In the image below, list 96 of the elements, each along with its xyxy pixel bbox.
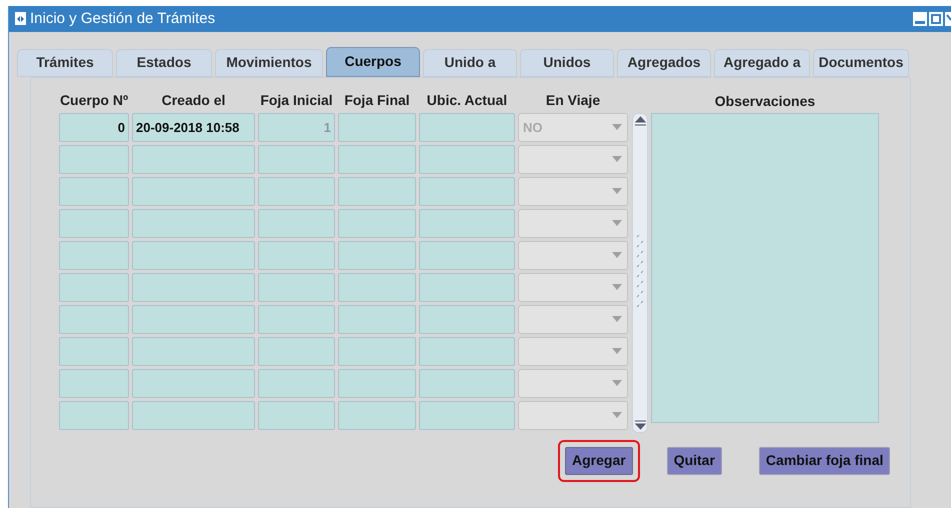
table-cell[interactable]	[132, 368, 255, 398]
dropdown[interactable]	[518, 336, 628, 366]
dropdown-arrow-icon[interactable]	[612, 188, 622, 194]
table-cell[interactable]	[258, 368, 335, 398]
table-cell[interactable]	[419, 176, 515, 206]
table-cell[interactable]	[132, 304, 255, 334]
maximize-icon[interactable]	[929, 12, 943, 26]
table-cell[interactable]	[132, 144, 255, 174]
table-cell[interactable]	[258, 176, 335, 206]
column-header: Cuerpo Nº	[59, 90, 129, 110]
dropdown-arrow-icon[interactable]	[612, 380, 622, 386]
table-cell[interactable]	[132, 272, 255, 302]
table-cell[interactable]	[419, 112, 515, 142]
dropdown[interactable]	[518, 400, 628, 430]
table-cell[interactable]	[419, 400, 515, 430]
column-header: Foja Inicial	[259, 90, 334, 110]
dropdown[interactable]	[518, 304, 628, 334]
column-header: Creado el	[160, 90, 226, 110]
column-header: Ubic. Actual	[426, 90, 508, 110]
table-cell[interactable]	[132, 240, 255, 270]
scrollbar[interactable]	[632, 112, 648, 433]
table-cell[interactable]	[338, 176, 416, 206]
table-cell[interactable]	[132, 400, 255, 430]
table-cell[interactable]	[419, 272, 515, 302]
column-header: En Viaje	[544, 90, 602, 110]
dropdown[interactable]	[518, 176, 628, 206]
table-cell[interactable]	[258, 400, 335, 430]
dropdown[interactable]	[518, 240, 628, 270]
table-cell[interactable]	[132, 176, 255, 206]
scroll-up-icon[interactable]	[634, 116, 646, 126]
table-cell[interactable]	[59, 144, 129, 174]
tab[interactable]: Unidos	[520, 48, 614, 77]
table-cell[interactable]: 0	[59, 112, 129, 142]
table-cell[interactable]	[59, 368, 129, 398]
dropdown[interactable]	[518, 208, 628, 238]
dropdown-arrow-icon[interactable]	[612, 412, 622, 418]
table-cell[interactable]	[132, 336, 255, 366]
table-cell[interactable]	[338, 336, 416, 366]
dropdown-arrow-icon[interactable]	[612, 156, 622, 162]
scroll-down-icon[interactable]	[634, 420, 646, 430]
tab[interactable]: Agregado a	[714, 48, 810, 77]
dropdown-arrow-icon[interactable]	[612, 252, 622, 258]
table-cell[interactable]	[338, 144, 416, 174]
table-cell[interactable]	[419, 208, 515, 238]
table-cell[interactable]	[258, 336, 335, 366]
table-cell[interactable]	[258, 144, 335, 174]
dropdown[interactable]	[518, 144, 628, 174]
table-cell[interactable]	[419, 144, 515, 174]
table-cell[interactable]	[338, 304, 416, 334]
table-cell[interactable]	[419, 336, 515, 366]
button[interactable]: Agregar	[565, 446, 633, 475]
table-cell[interactable]	[258, 240, 335, 270]
tab[interactable]: Cuerpos	[326, 46, 420, 77]
observaciones-field[interactable]	[651, 112, 879, 423]
tab[interactable]: Agregados	[617, 48, 711, 77]
dropdown-arrow-icon[interactable]	[612, 348, 622, 354]
table-cell[interactable]	[258, 272, 335, 302]
tab[interactable]: Movimientos	[215, 48, 323, 77]
table-cell[interactable]	[419, 304, 515, 334]
app-icon	[15, 12, 26, 26]
tab[interactable]: Documentos	[813, 48, 909, 77]
table-cell[interactable]	[59, 400, 129, 430]
window-title: Inicio y Gestión de Trámites	[30, 8, 216, 29]
dropdown-arrow-icon[interactable]	[612, 124, 622, 130]
dropdown[interactable]	[518, 272, 628, 302]
table-cell[interactable]	[59, 272, 129, 302]
table-cell[interactable]	[419, 368, 515, 398]
dropdown-arrow-icon[interactable]	[612, 220, 622, 226]
table-cell[interactable]	[338, 208, 416, 238]
tab[interactable]: Unido a	[423, 48, 517, 77]
dropdown[interactable]	[518, 368, 628, 398]
button[interactable]: Quitar	[666, 446, 722, 475]
tab[interactable]: Trámites	[17, 48, 113, 77]
tab[interactable]: Estados	[116, 48, 212, 77]
table-cell[interactable]	[338, 112, 416, 142]
table-cell[interactable]	[59, 336, 129, 366]
close-icon[interactable]	[945, 12, 951, 26]
button[interactable]: Cambiar foja final	[758, 446, 890, 475]
table-cell[interactable]	[338, 272, 416, 302]
table-cell[interactable]	[59, 208, 129, 238]
table-cell[interactable]	[258, 304, 335, 334]
table-cell[interactable]	[59, 240, 129, 270]
table-cell[interactable]	[59, 304, 129, 334]
table-cell[interactable]	[419, 240, 515, 270]
table-cell[interactable]	[338, 400, 416, 430]
table-cell[interactable]	[132, 208, 255, 238]
table-cell[interactable]: 20-09-2018 10:58	[132, 112, 255, 142]
table-cell[interactable]	[338, 240, 416, 270]
dropdown-arrow-icon[interactable]	[612, 284, 622, 290]
table-cell[interactable]	[59, 176, 129, 206]
column-header: Foja Final	[343, 90, 411, 110]
minimize-icon[interactable]	[913, 12, 927, 26]
column-header: Observaciones	[714, 92, 816, 111]
dropdown-arrow-icon[interactable]	[612, 316, 622, 322]
table-cell[interactable]	[338, 368, 416, 398]
table-cell[interactable]	[258, 208, 335, 238]
